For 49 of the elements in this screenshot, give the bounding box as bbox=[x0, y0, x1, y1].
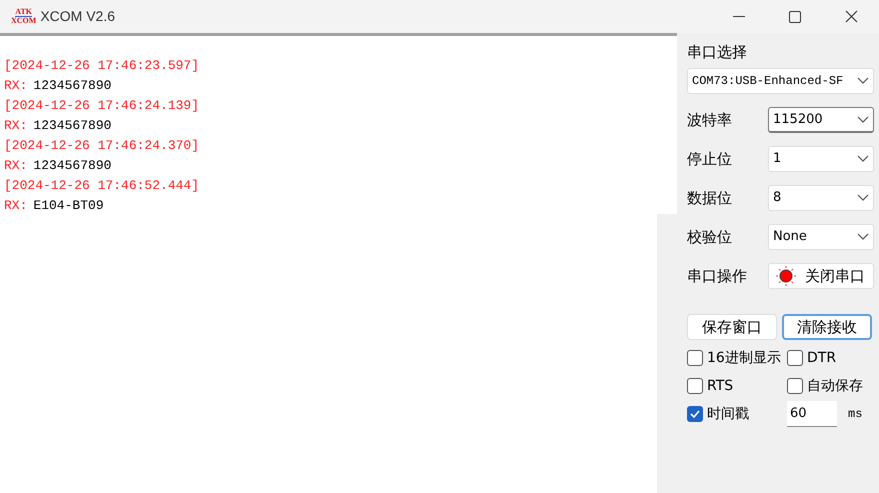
timestamp-line: [2024-12-26 17:46:24.370] bbox=[4, 138, 200, 153]
setting-select[interactable]: 115200 bbox=[768, 107, 874, 133]
action-button[interactable]: 保存窗口 bbox=[687, 314, 777, 340]
checkbox[interactable] bbox=[687, 406, 703, 422]
port-label: 串口选择 bbox=[687, 42, 748, 61]
minimize-icon bbox=[733, 16, 745, 18]
chevron-down-icon bbox=[857, 116, 869, 124]
checkbox[interactable] bbox=[787, 378, 803, 394]
close-icon bbox=[844, 10, 858, 23]
received-data: 1234567890 bbox=[33, 117, 112, 135]
chevron-down-icon bbox=[857, 77, 869, 85]
port-select[interactable]: COM73:USB-Enhanced-SF bbox=[687, 68, 874, 94]
setting-select[interactable]: 8 bbox=[768, 185, 874, 211]
timestamp-line: [2024-12-26 17:46:52.444] bbox=[4, 178, 200, 193]
setting-label: 数据位 bbox=[687, 188, 732, 209]
chevron-down-icon bbox=[857, 155, 869, 163]
rx-label: RX: bbox=[4, 197, 28, 215]
port-op-label: 串口操作 bbox=[687, 266, 747, 287]
setting-label: 波特率 bbox=[687, 110, 732, 131]
rx-label: RX: bbox=[4, 117, 28, 135]
close-port-button[interactable]: 关闭串口 bbox=[768, 263, 874, 289]
checkbox-label: RTS bbox=[707, 376, 734, 396]
timestamp-line: [2024-12-26 17:46:23.597] bbox=[4, 58, 200, 73]
interval-field[interactable]: 60 bbox=[787, 401, 837, 427]
timestamp-line: [2024-12-26 17:46:24.139] bbox=[4, 98, 200, 113]
window-title: XCOM V2.6 bbox=[40, 7, 116, 26]
setting-select[interactable]: 1 bbox=[768, 146, 874, 172]
rx-label: RX: bbox=[4, 157, 28, 175]
checkbox[interactable] bbox=[687, 350, 703, 366]
received-data: 1234567890 bbox=[33, 157, 112, 175]
checkbox-label: 16进制显示 bbox=[707, 348, 781, 368]
checkbox-label: DTR bbox=[807, 348, 836, 368]
app-logo: ATK XCOM bbox=[11, 8, 36, 25]
action-button[interactable]: 清除接收 bbox=[782, 314, 872, 340]
checkbox[interactable] bbox=[687, 378, 703, 394]
interval-unit: ms bbox=[848, 406, 862, 423]
setting-select[interactable]: None bbox=[768, 224, 874, 250]
checkbox-label: 时间戳 bbox=[707, 404, 749, 424]
checkbox-label: 自动保存 bbox=[807, 376, 863, 396]
checkmark-icon bbox=[690, 410, 700, 418]
setting-label: 校验位 bbox=[687, 226, 732, 248]
rx-label: RX: bbox=[4, 77, 28, 95]
chevron-down-icon bbox=[857, 194, 869, 202]
received-data: 1234567890 bbox=[33, 77, 112, 95]
setting-label: 停止位 bbox=[687, 148, 732, 170]
received-data: E104-BT09 bbox=[33, 197, 104, 215]
checkbox[interactable] bbox=[787, 350, 803, 366]
maximize-icon bbox=[789, 10, 801, 22]
chevron-down-icon bbox=[857, 233, 869, 241]
